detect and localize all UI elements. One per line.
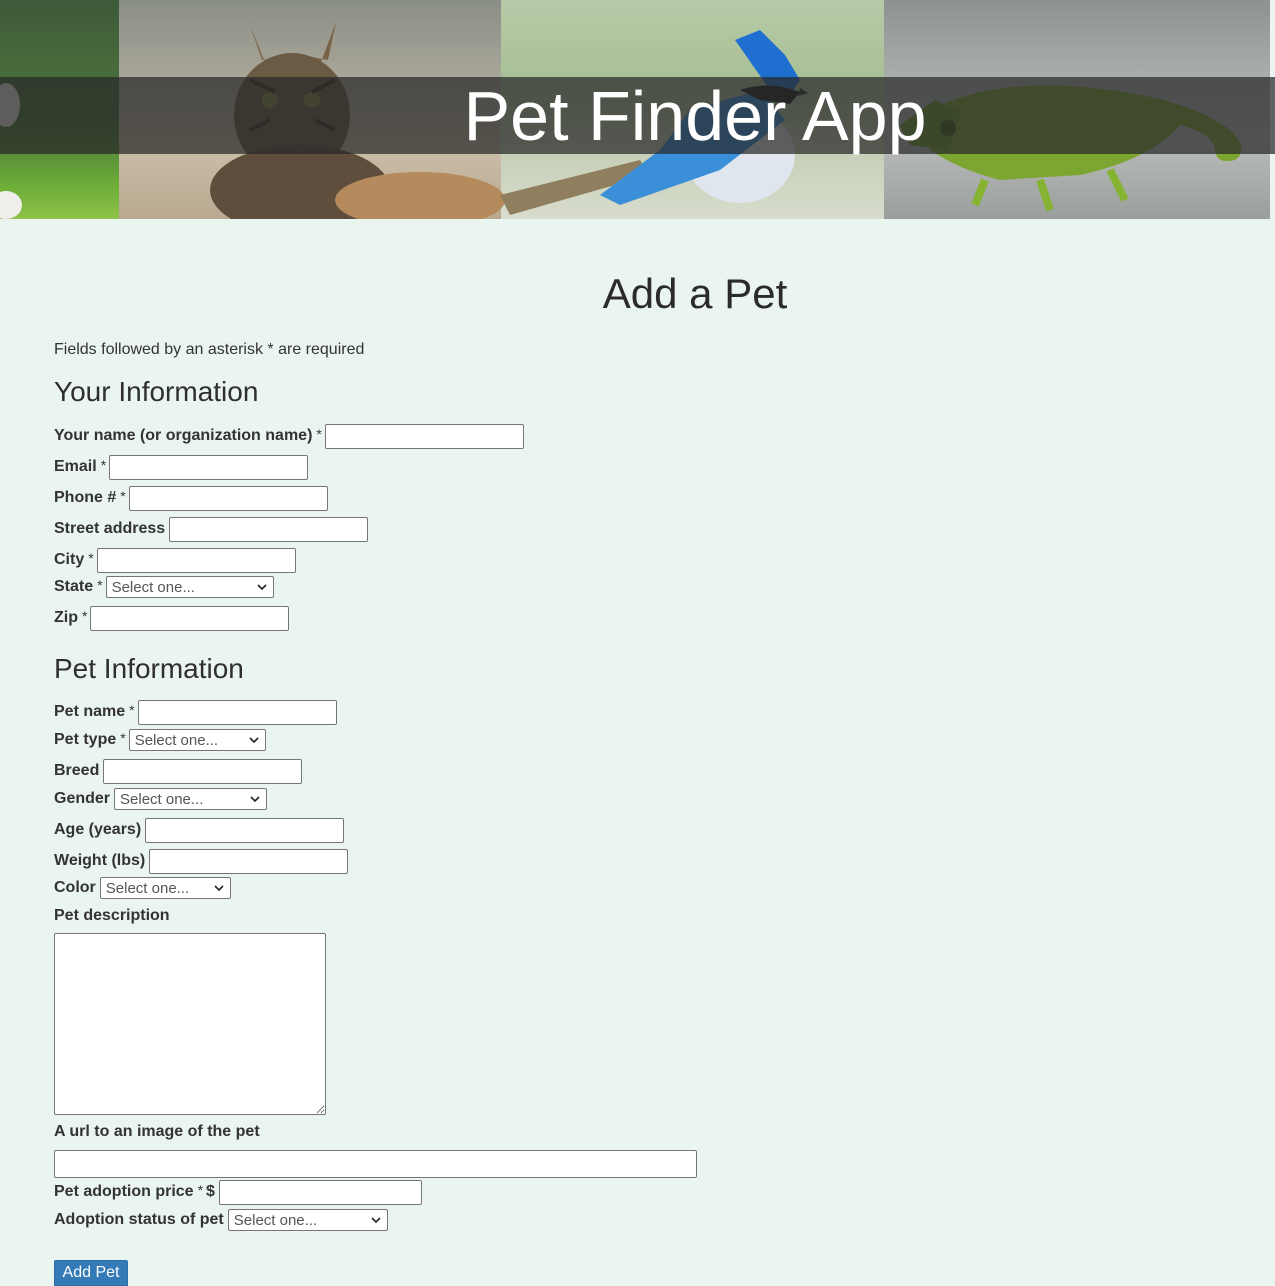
chevron-down-icon [214, 885, 224, 892]
state-label: State [54, 578, 94, 595]
required-marker: * [316, 426, 322, 442]
breed-label: Breed [54, 762, 100, 779]
weight-input[interactable] [149, 848, 349, 874]
zip-label: Zip [54, 609, 78, 626]
status-label: Adoption status of pet [54, 1211, 224, 1228]
street-input[interactable] [169, 516, 369, 542]
name-input[interactable] [324, 423, 524, 449]
status-select-value: Select one... [233, 1211, 318, 1229]
pet-name-label: Pet name [54, 703, 126, 720]
color-label: Color [54, 879, 96, 896]
email-input[interactable] [109, 454, 309, 480]
phone-input[interactable] [128, 485, 328, 511]
price-currency-symbol: $ [206, 1183, 215, 1200]
chevron-down-icon [371, 1217, 381, 1224]
color-row: Color Select one... [54, 873, 231, 903]
price-row: Pet adoption price * $ [54, 1177, 422, 1207]
pet-type-select-value: Select one... [134, 731, 219, 749]
required-marker: * [120, 730, 126, 746]
name-row: Your name (or organization name) * [54, 421, 524, 451]
price-label: Pet adoption price [54, 1183, 194, 1200]
email-label: Email [54, 458, 97, 475]
gender-label: Gender [54, 790, 111, 807]
required-marker: * [197, 1182, 204, 1198]
required-marker: * [100, 457, 107, 473]
age-input[interactable] [145, 817, 345, 843]
image-url-input[interactable] [54, 1150, 697, 1178]
state-row: State * Select one... [54, 572, 274, 602]
description-label: Pet description [54, 907, 170, 924]
required-marker: * [129, 702, 135, 718]
age-label: Age (years) [54, 821, 142, 838]
pet-information-heading: Pet Information [54, 653, 244, 684]
state-select[interactable]: Select one... [105, 576, 274, 598]
phone-row: Phone # * [54, 483, 328, 513]
city-row: City * [54, 545, 296, 575]
app-title: Pet Finder App [463, 77, 927, 155]
required-marker: * [88, 550, 94, 566]
required-marker: * [120, 488, 126, 504]
color-select[interactable]: Select one... [99, 877, 231, 899]
chevron-down-icon [249, 737, 259, 744]
weight-label: Weight (lbs) [54, 852, 146, 869]
city-label: City [54, 551, 85, 568]
phone-label: Phone # [54, 489, 117, 506]
gender-select[interactable]: Select one... [114, 788, 268, 810]
breed-row: Breed [54, 756, 303, 786]
required-marker: * [82, 608, 88, 624]
required-marker: * [97, 577, 103, 593]
weight-row: Weight (lbs) [54, 846, 349, 876]
image-url-label: A url to an image of the pet [54, 1123, 260, 1140]
email-row: Email * [54, 452, 309, 482]
your-information-heading: Your Information [54, 376, 259, 407]
zip-row: Zip * [54, 603, 290, 633]
age-row: Age (years) [54, 815, 345, 845]
breed-input[interactable] [103, 758, 303, 784]
status-select[interactable]: Select one... [227, 1209, 388, 1231]
street-row: Street address [54, 514, 369, 544]
description-textarea[interactable] [54, 933, 326, 1115]
city-input[interactable] [96, 547, 296, 573]
state-select-value: Select one... [111, 578, 195, 596]
chevron-down-icon [257, 584, 267, 591]
page-title: Add a Pet [602, 270, 788, 317]
pet-name-row: Pet name * [54, 697, 337, 727]
price-input[interactable] [218, 1179, 422, 1205]
image-url-row: A url to an image of the pet [54, 1117, 260, 1147]
zip-input[interactable] [90, 605, 290, 631]
gender-select-value: Select one... [120, 790, 204, 808]
color-select-value: Select one... [105, 879, 190, 897]
pet-type-row: Pet type * Select one... [54, 725, 266, 755]
pet-type-select[interactable]: Select one... [128, 729, 266, 751]
street-label: Street address [54, 520, 166, 537]
required-fields-note: Fields followed by an asterisk * are req… [54, 341, 365, 358]
add-pet-button[interactable]: Add Pet [54, 1260, 128, 1286]
pet-name-input[interactable] [137, 699, 337, 725]
status-row: Adoption status of pet Select one... [54, 1205, 388, 1235]
gender-row: Gender Select one... [54, 784, 268, 814]
pet-type-label: Pet type [54, 731, 117, 748]
description-row: Pet description [54, 901, 170, 931]
name-label: Your name (or organization name) [54, 427, 313, 444]
chevron-down-icon [250, 796, 260, 803]
